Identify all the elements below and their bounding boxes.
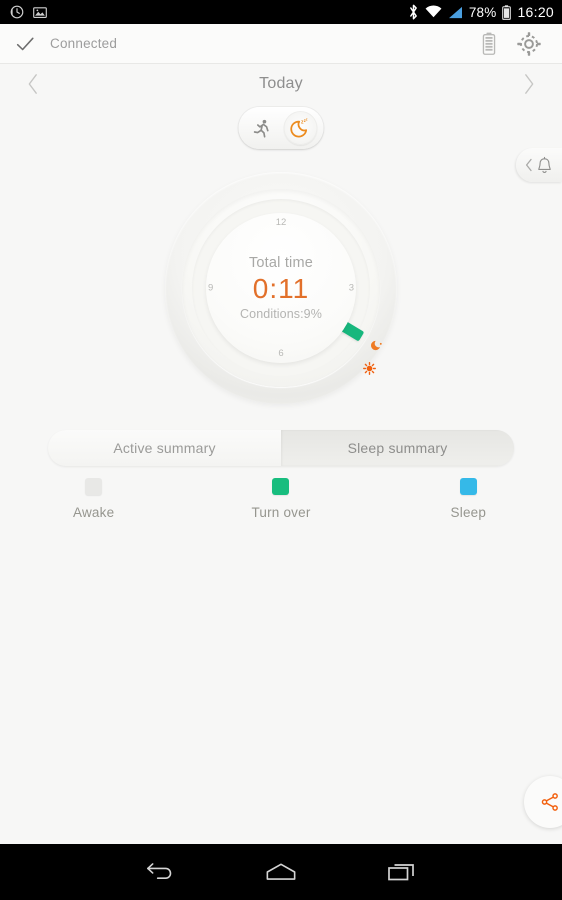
sleep-dial[interactable]: Total time 0:11 Conditions:9% 12 3 6 9 (165, 172, 397, 404)
app-bar: Connected (0, 24, 562, 64)
status-system-icons: 78% 16:20 (408, 4, 554, 20)
screenshot-image-icon (33, 6, 47, 18)
legend-swatch-awake (85, 478, 103, 495)
legend-label-sleep: Sleep (450, 505, 487, 520)
tab-sleep-summary-label: Sleep summary (347, 440, 448, 456)
dial-tick-9: 9 (208, 282, 214, 294)
legend-item-sleep: Sleep (375, 478, 562, 520)
conditions-label: Conditions:9% (240, 307, 322, 321)
check-icon[interactable] (14, 33, 36, 55)
recent-apps-icon (387, 864, 414, 881)
share-icon (541, 793, 558, 811)
summary-tab-group: Active summary Sleep summary (48, 430, 514, 466)
legend-label-awake: Awake (73, 505, 115, 520)
battery-percent-label: 78% (468, 4, 497, 20)
svg-text:z: z (306, 118, 308, 122)
home-icon (266, 863, 296, 880)
nav-back-button[interactable] (137, 849, 183, 895)
bell-icon (537, 156, 551, 173)
dial-face: Total time 0:11 Conditions:9% (206, 213, 356, 363)
cellular-signal-icon (448, 6, 462, 18)
status-clock: 16:20 (517, 4, 554, 20)
sun-icon (363, 362, 376, 380)
android-status-bar: 78% 16:20 (0, 0, 562, 24)
chevron-left-icon (28, 74, 37, 94)
tab-sleep-summary[interactable]: Sleep summary (281, 430, 514, 466)
dial-tick-12: 12 (275, 217, 287, 228)
nav-home-button[interactable] (258, 849, 304, 895)
total-time-label: Total time (248, 255, 314, 271)
gear-icon[interactable] (516, 31, 542, 57)
wifi-icon (425, 5, 442, 18)
legend-item-awake: Awake (0, 478, 187, 520)
android-navigation-bar (0, 844, 562, 900)
running-person-icon (253, 119, 269, 138)
tab-active-summary[interactable]: Active summary (48, 430, 281, 466)
battery-icon (502, 4, 512, 20)
legend-swatch-sleep (459, 478, 477, 495)
chevron-right-icon (525, 74, 534, 94)
moon-zzz-icon: z z z (290, 118, 308, 138)
dial-tick-3: 3 (348, 282, 354, 294)
legend-item-turn-over: Turn over (187, 478, 374, 520)
moon-icon (370, 339, 383, 357)
legend-label-turn-over: Turn over (251, 505, 311, 520)
chevron-left-icon (525, 158, 532, 172)
share-button[interactable] (524, 776, 562, 828)
date-navigation-bar: Today (0, 64, 562, 104)
status-notification-icons (10, 5, 47, 19)
bluetooth-icon (409, 4, 417, 20)
mode-sleep-button[interactable]: z z z (283, 111, 318, 145)
mode-toggle[interactable]: z z z (238, 107, 324, 149)
nav-recents-button[interactable] (379, 849, 425, 895)
device-battery-icon[interactable] (482, 32, 496, 55)
tab-active-summary-label: Active summary (113, 440, 216, 456)
alarm-clock-icon (10, 5, 24, 19)
dial-tick-6: 6 (278, 348, 284, 359)
connection-status-label: Connected (50, 36, 118, 51)
back-arrow-icon (147, 863, 172, 879)
alarm-panel-tab[interactable] (516, 148, 562, 182)
mode-activity-button[interactable] (245, 111, 279, 145)
sleep-legend: Awake Turn over Sleep (0, 478, 562, 520)
next-day-button[interactable] (504, 64, 554, 104)
total-time-value: 0:11 (252, 273, 310, 304)
page-title: Today (259, 75, 303, 92)
legend-swatch-turn-over (272, 478, 290, 495)
previous-day-button[interactable] (8, 64, 58, 104)
